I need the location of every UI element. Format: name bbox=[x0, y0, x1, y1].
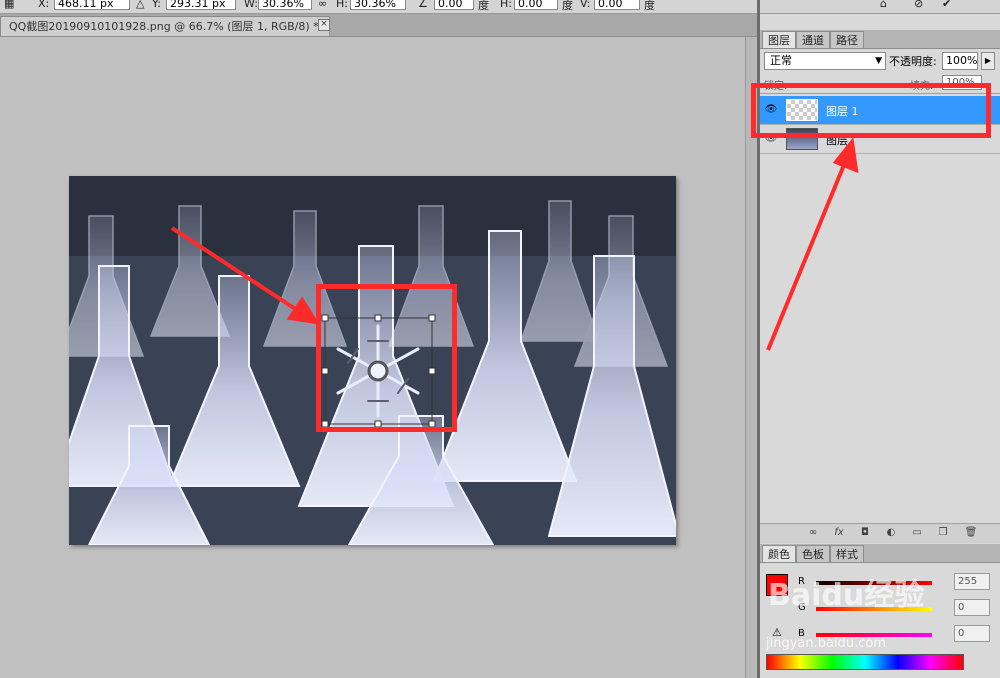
arrow-head-layer bbox=[832, 137, 859, 174]
arrow-to-snowflake bbox=[170, 226, 302, 314]
arrow-head-snowflake bbox=[286, 296, 321, 325]
arrow-to-layer bbox=[766, 159, 848, 351]
baidu-watermark: Baidu经验 bbox=[768, 578, 925, 613]
baidu-watermark-url: jingyan.baidu.com bbox=[766, 636, 886, 651]
